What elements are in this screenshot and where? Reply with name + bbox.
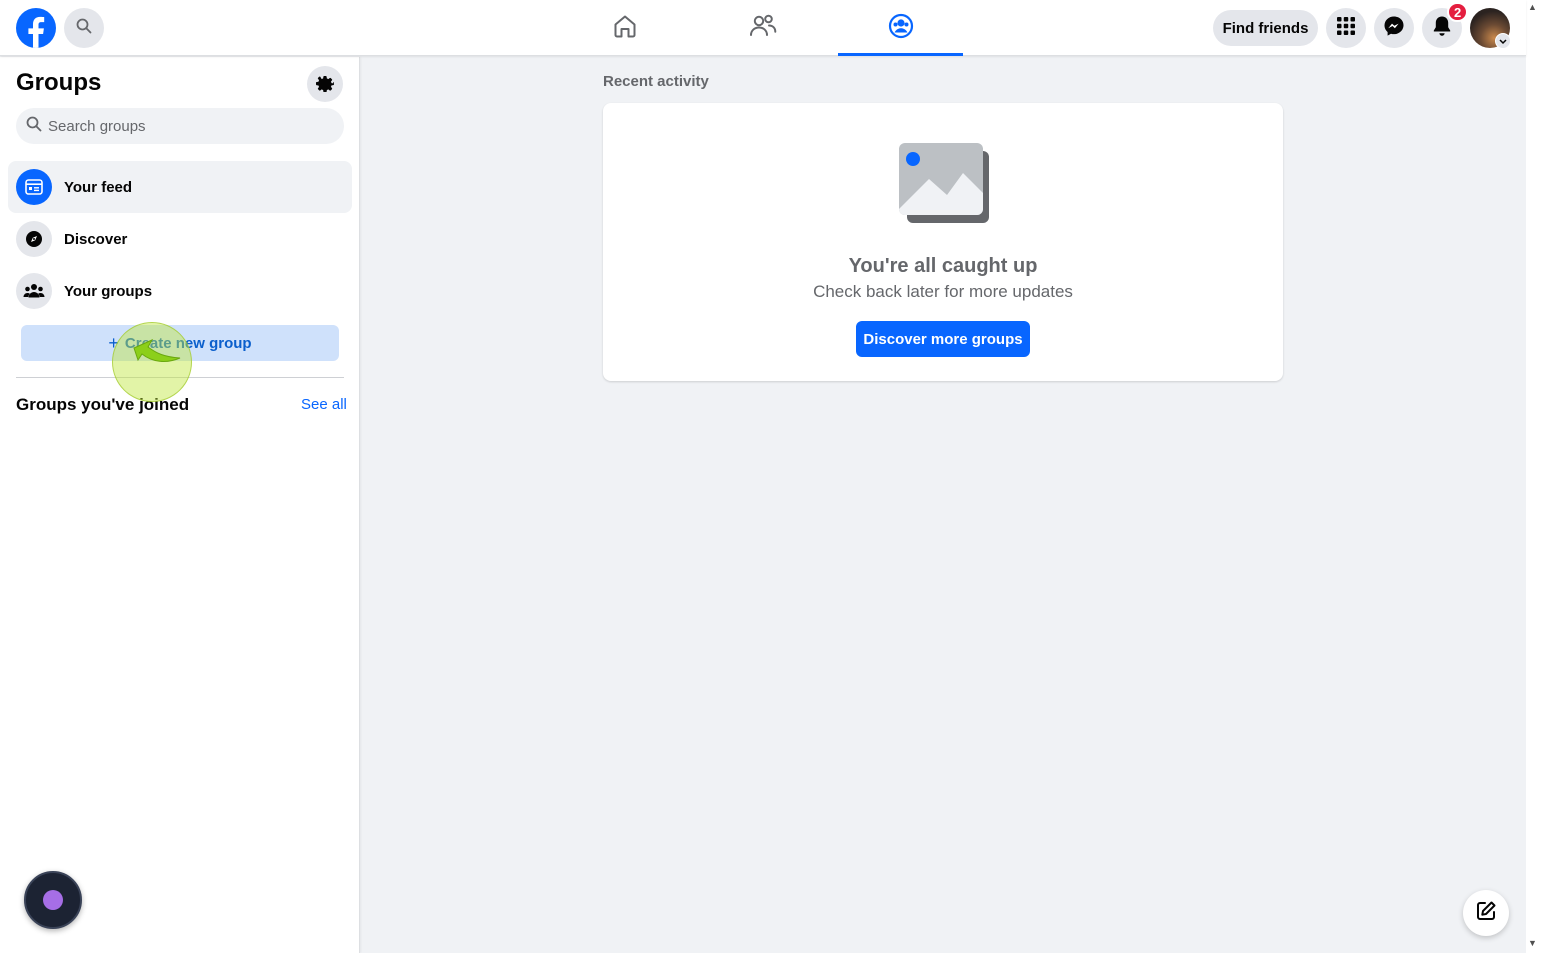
gear-icon bbox=[315, 72, 335, 97]
tab-home[interactable] bbox=[562, 0, 687, 56]
see-all-link[interactable]: See all bbox=[301, 396, 347, 413]
menu-button[interactable] bbox=[1326, 8, 1366, 48]
search-button[interactable] bbox=[64, 8, 104, 48]
sidebar-item-your-groups[interactable]: Your groups bbox=[8, 265, 352, 317]
sidebar-title: Groups bbox=[16, 69, 102, 96]
tab-groups[interactable] bbox=[838, 0, 963, 56]
top-navigation-bar: Find friends 2 bbox=[0, 0, 1526, 56]
search-icon bbox=[76, 18, 92, 39]
search-groups-input[interactable] bbox=[48, 117, 328, 135]
empty-state-title: You're all caught up bbox=[848, 255, 1038, 277]
group-search-field[interactable] bbox=[16, 108, 344, 144]
tab-friends[interactable] bbox=[700, 0, 825, 56]
sidebar-item-your-feed[interactable]: Your feed bbox=[8, 161, 352, 213]
sidebar-item-label: Discover bbox=[64, 230, 128, 248]
empty-feed-card: You're all caught up Check back later fo… bbox=[603, 103, 1283, 381]
groups-tab-icon bbox=[888, 13, 914, 44]
new-message-button[interactable] bbox=[1463, 890, 1509, 936]
sidebar-item-label: Your groups bbox=[64, 282, 153, 300]
group-settings-button[interactable] bbox=[307, 66, 343, 102]
feed-icon bbox=[16, 169, 52, 205]
page-scrollbar[interactable] bbox=[1526, 0, 1541, 953]
image-placeholder-icon bbox=[899, 143, 991, 230]
pointer-arrow-icon bbox=[130, 338, 182, 381]
messenger-icon bbox=[1383, 15, 1405, 42]
recent-activity-heading: Recent activity bbox=[603, 73, 709, 90]
scroll-down-arrow-icon[interactable]: ▼ bbox=[1528, 938, 1537, 948]
compose-icon bbox=[1475, 900, 1497, 927]
home-icon bbox=[612, 13, 638, 44]
find-friends-button[interactable]: Find friends bbox=[1213, 10, 1318, 46]
friends-icon bbox=[749, 13, 777, 44]
groups-sidebar: Groups Your feed Discover Your groups + … bbox=[0, 57, 360, 953]
assistant-dot-icon bbox=[43, 890, 63, 910]
grid-menu-icon bbox=[1337, 16, 1355, 40]
assistant-bubble-button[interactable] bbox=[24, 871, 82, 929]
discover-more-groups-button[interactable]: Discover more groups bbox=[856, 321, 1030, 357]
sidebar-item-label: Your feed bbox=[64, 178, 133, 196]
search-icon bbox=[26, 116, 42, 137]
sidebar-item-discover[interactable]: Discover bbox=[8, 213, 352, 265]
groups-icon bbox=[16, 273, 52, 309]
facebook-logo-icon[interactable] bbox=[16, 8, 56, 48]
account-menu-chevron[interactable] bbox=[1495, 33, 1511, 49]
chevron-down-icon bbox=[1499, 32, 1507, 50]
compass-icon bbox=[16, 221, 52, 257]
scroll-up-arrow-icon[interactable]: ▲ bbox=[1528, 2, 1537, 12]
empty-state-subtitle: Check back later for more updates bbox=[813, 282, 1073, 301]
messenger-button[interactable] bbox=[1374, 8, 1414, 48]
notification-count-badge: 2 bbox=[1447, 2, 1469, 22]
